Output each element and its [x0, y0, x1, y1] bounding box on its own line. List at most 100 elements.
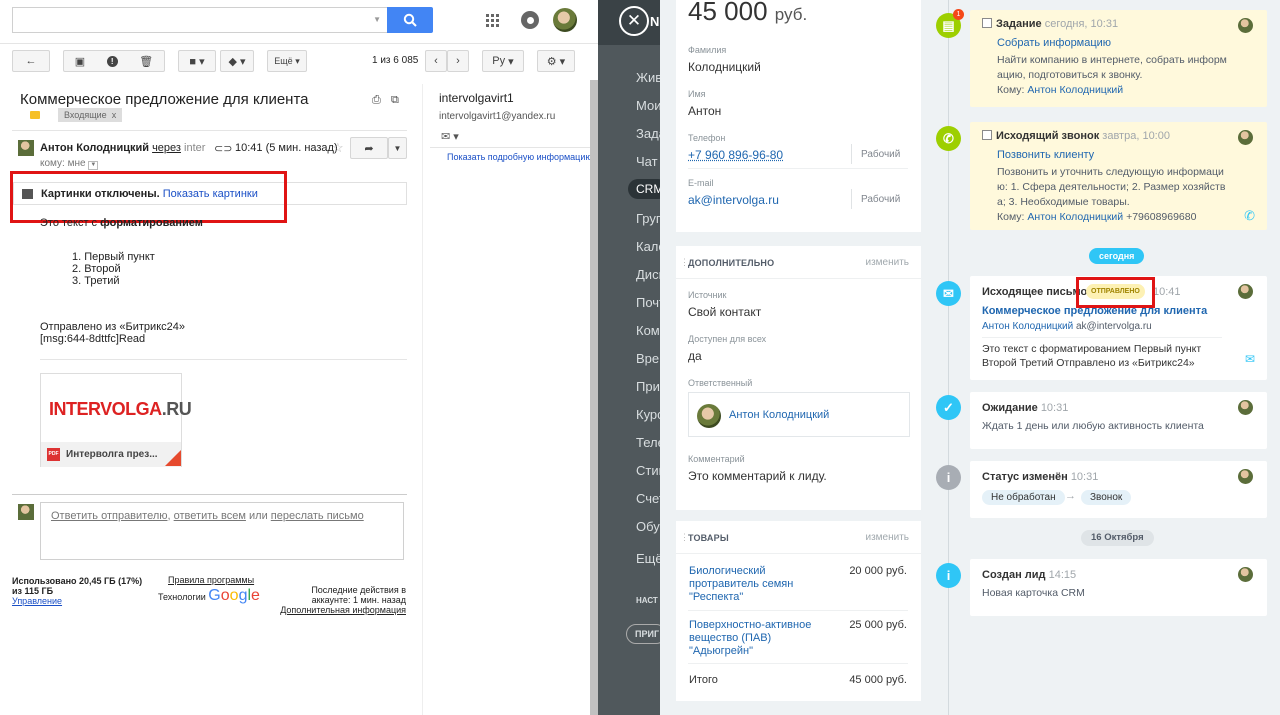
body-intro: Это текст с: [40, 217, 101, 229]
search-input[interactable]: ▼: [12, 7, 388, 33]
storage-used: Использовано 20,45 ГБ (17%): [12, 576, 143, 586]
mail-from-link[interactable]: Антон Колодницкий: [982, 321, 1073, 332]
back-button[interactable]: ←: [12, 50, 50, 72]
amount-currency: руб.: [774, 5, 808, 24]
nav-item[interactable]: Мои: [636, 98, 661, 113]
field-label: Комментарий: [688, 454, 745, 464]
chevron-left-icon: ‹: [434, 55, 438, 67]
nav-item[interactable]: Груп: [636, 211, 663, 226]
created-title-text: Создан лид: [982, 569, 1046, 581]
show-details-link[interactable]: Показать подробную информацию: [447, 152, 592, 162]
notifications-icon[interactable]: [521, 11, 539, 29]
labels-button[interactable]: ◆ ▾: [220, 50, 254, 72]
body-bold: форматированием: [100, 217, 203, 229]
reply-box[interactable]: Ответить отправителю, ответить всем или …: [40, 502, 404, 560]
storage-info: Использовано 20,45 ГБ (17%) из 115 ГБ Уп…: [12, 576, 142, 606]
nav-item[interactable]: Ещё: [636, 551, 663, 566]
gear-icon: ⚙ ▾: [546, 55, 566, 68]
settings-button[interactable]: ⚙ ▾: [537, 50, 575, 72]
nav-item[interactable]: Жив: [636, 70, 662, 85]
program-rules-link[interactable]: Правила программы: [158, 575, 260, 585]
apps-grid-icon[interactable]: [486, 14, 499, 30]
details-link[interactable]: Дополнительная информация: [280, 605, 406, 615]
last-activity: Последние действия в аккаунте: 1 мин. на…: [280, 585, 406, 615]
recipient-line[interactable]: кому: мне ▼: [40, 158, 99, 170]
divider: [12, 494, 407, 495]
inbox-label[interactable]: Входящие x: [58, 108, 123, 122]
reply-mail-icon[interactable]: ✉: [1245, 352, 1255, 366]
new-window-icon[interactable]: ⧉: [391, 94, 399, 107]
remove-label-icon[interactable]: x: [112, 110, 117, 120]
input-tools-button[interactable]: Ру ▾: [482, 50, 524, 72]
reply-sender-link[interactable]: Ответить отправителю: [51, 510, 168, 522]
task-card: Задание сегодня, 10:31 Собрать информаци…: [970, 10, 1267, 107]
call-link[interactable]: Позвонить клиенту: [997, 149, 1094, 161]
mail-text-line: Второй Третий Отправлено из «Битрикс24»: [982, 357, 1195, 369]
phone-link[interactable]: +7 960 896-96-80: [688, 148, 783, 162]
action-group: ▣ ! 🗑: [63, 50, 165, 72]
forward-link[interactable]: переслать письмо: [271, 510, 364, 522]
reply-button[interactable]: ➦: [350, 137, 388, 159]
call-checkbox[interactable]: [982, 130, 992, 140]
status-to: Звонок: [1081, 490, 1132, 505]
wait-time: 10:31: [1040, 402, 1069, 414]
important-marker-icon[interactable]: [30, 111, 40, 119]
edit-additional-link[interactable]: изменить: [865, 257, 909, 268]
call-description: Позвонить и уточнить следующую информаци…: [997, 165, 1225, 225]
author-avatar: [1238, 130, 1253, 145]
call-phone-icon[interactable]: ✆: [1244, 208, 1255, 224]
older-button[interactable]: ‹: [425, 50, 447, 72]
source-value: Свой контакт: [688, 305, 762, 319]
reply-all-link[interactable]: ответить всем: [174, 510, 246, 522]
email-time: 10:41 (5 мин. назад): [235, 142, 338, 154]
nav-item[interactable]: Чат: [636, 154, 658, 169]
account-avatar[interactable]: [553, 8, 577, 32]
arrow-right-icon: →: [1065, 490, 1076, 502]
more-button[interactable]: Ещё ▾: [267, 50, 307, 72]
divider: [676, 278, 921, 279]
mail-time: 10:41: [1153, 286, 1181, 298]
archive-icon[interactable]: ▣: [75, 55, 85, 68]
newer-button[interactable]: ›: [447, 50, 469, 72]
via-link[interactable]: через: [152, 142, 181, 154]
nav-section: НАСТ: [636, 596, 658, 605]
attachment-logo: INTERVOLGA.RU: [49, 399, 192, 420]
scrollbar[interactable]: [590, 80, 598, 715]
search-options-icon[interactable]: ▼: [373, 15, 381, 24]
footer-center: Правила программы Технологии Google: [158, 575, 260, 605]
call-assignee-link[interactable]: Антон Колодницкий: [1027, 211, 1123, 223]
divider: [688, 663, 908, 664]
attachment-card[interactable]: INTERVOLGA.RU PDF Интерволга през...: [40, 373, 192, 467]
field-label: Фамилия: [688, 45, 727, 55]
move-to-button[interactable]: ■ ▾: [178, 50, 216, 72]
list-item: 2. Второй: [72, 263, 121, 275]
check-icon: ✓: [936, 395, 961, 420]
star-icon[interactable]: ☆: [332, 140, 344, 156]
call-time: завтра, 10:00: [1102, 130, 1170, 142]
manage-link[interactable]: Управление: [12, 596, 62, 606]
edit-products-link[interactable]: изменить: [865, 532, 909, 543]
task-assignee-link[interactable]: Антон Колодницкий: [1027, 84, 1123, 96]
print-icon[interactable]: ⎙: [372, 94, 381, 107]
logo-text-b: .RU: [161, 399, 192, 419]
product-name[interactable]: Поверхностно-активное вещество (ПАВ) "Ад…: [689, 619, 811, 658]
wait-title-text: Ожидание: [982, 402, 1038, 414]
product-name[interactable]: Биологический протравитель семян "Респек…: [689, 565, 793, 604]
responsible-link[interactable]: Антон Колодницкий: [729, 409, 829, 421]
mail-icon[interactable]: ✉ ▾: [441, 130, 459, 143]
task-checkbox[interactable]: [982, 18, 992, 28]
email-link[interactable]: ak@intervolga.ru: [688, 193, 779, 207]
search-button[interactable]: [387, 7, 433, 33]
created-card: Создан лид 14:15 Новая карточка CRM: [970, 559, 1267, 616]
more-actions-button[interactable]: ▼: [388, 137, 407, 159]
field-label: Источник: [688, 290, 727, 300]
task-link[interactable]: Собрать информацию: [997, 37, 1111, 49]
close-slider-button[interactable]: ✕: [619, 6, 649, 36]
spam-icon[interactable]: !: [106, 55, 118, 67]
divider: [40, 359, 407, 360]
sender-name[interactable]: Антон Колодницкий: [40, 142, 149, 154]
details-toggle-icon[interactable]: ▼: [88, 161, 99, 170]
divider: [982, 337, 1222, 338]
delete-icon[interactable]: 🗑: [139, 55, 153, 68]
call-to-label: Кому:: [997, 211, 1025, 223]
